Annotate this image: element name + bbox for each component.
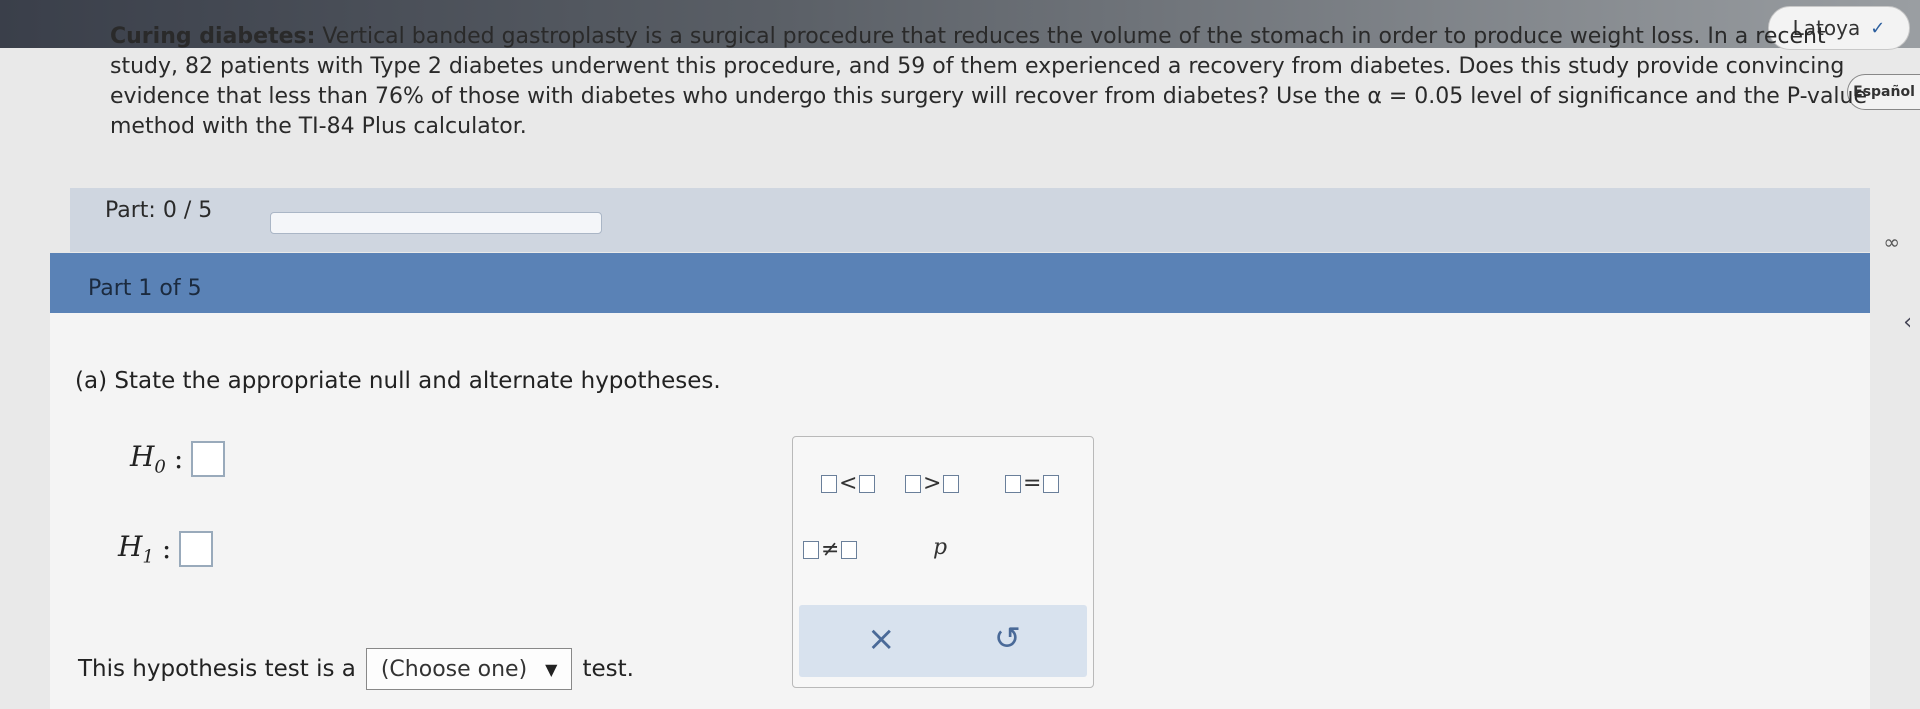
- p-symbol-button[interactable]: p: [933, 535, 947, 560]
- h0-colon: :: [173, 442, 184, 476]
- h1-label: H1: [118, 530, 154, 568]
- symbol-palette: < > = ≠ p × ↺: [792, 436, 1094, 688]
- part-progress-label: Part: 0 / 5: [105, 198, 213, 223]
- palette-action-bar: × ↺: [799, 605, 1087, 677]
- link-icon[interactable]: ∞: [1883, 230, 1900, 254]
- test-type-prefix: This hypothesis test is a: [78, 656, 356, 682]
- problem-text-4: method with the TI-84 Plus calculator.: [110, 114, 527, 139]
- test-type-row: This hypothesis test is a (Choose one) ▼…: [78, 648, 634, 690]
- problem-text-2: study, 82 patients with Type 2 diabetes …: [110, 54, 1845, 79]
- not-equals-button[interactable]: ≠: [803, 537, 858, 562]
- problem-text-1: Vertical banded gastroplasty is a surgic…: [322, 24, 1826, 49]
- clear-icon[interactable]: ×: [867, 619, 896, 659]
- greater-than-button[interactable]: >: [905, 471, 960, 496]
- null-hypothesis: H0 :: [130, 440, 226, 478]
- test-type-select-value: (Choose one): [380, 656, 528, 682]
- less-than-button[interactable]: <: [821, 471, 876, 496]
- section-header: [50, 253, 1870, 313]
- placeholder-box: [905, 474, 921, 493]
- problem-text-3: evidence that less than 76% of those wit…: [110, 84, 1868, 109]
- progress-bar: [270, 212, 602, 234]
- placeholder-box: [841, 540, 858, 559]
- placeholder-box: [943, 474, 960, 493]
- dropdown-arrow-icon: ▼: [545, 659, 558, 679]
- question-text: (a) State the appropriate null and alter…: [75, 368, 721, 394]
- h1-answer-box[interactable]: [179, 530, 214, 567]
- problem-title: Curing diabetes:: [110, 24, 316, 49]
- chevron-down-icon: ✓: [1870, 17, 1886, 39]
- undo-icon[interactable]: ↺: [994, 619, 1021, 657]
- placeholder-box: [821, 474, 837, 493]
- placeholder-box: [859, 474, 876, 493]
- placeholder-box: [1005, 474, 1021, 493]
- problem-statement: Curing diabetes: Vertical banded gastrop…: [110, 22, 1870, 142]
- section-label: Part 1 of 5: [88, 276, 202, 301]
- placeholder-box: [803, 540, 819, 559]
- h0-label: H0: [130, 440, 166, 478]
- collapse-icon[interactable]: ‹: [1903, 310, 1912, 335]
- alternate-hypothesis: H1 :: [118, 530, 214, 568]
- h1-colon: :: [161, 532, 172, 566]
- test-type-suffix: test.: [582, 656, 634, 682]
- equals-button[interactable]: =: [1005, 471, 1060, 496]
- test-type-select[interactable]: (Choose one) ▼: [365, 648, 573, 690]
- placeholder-box: [1043, 474, 1060, 493]
- h0-answer-box[interactable]: [191, 440, 226, 477]
